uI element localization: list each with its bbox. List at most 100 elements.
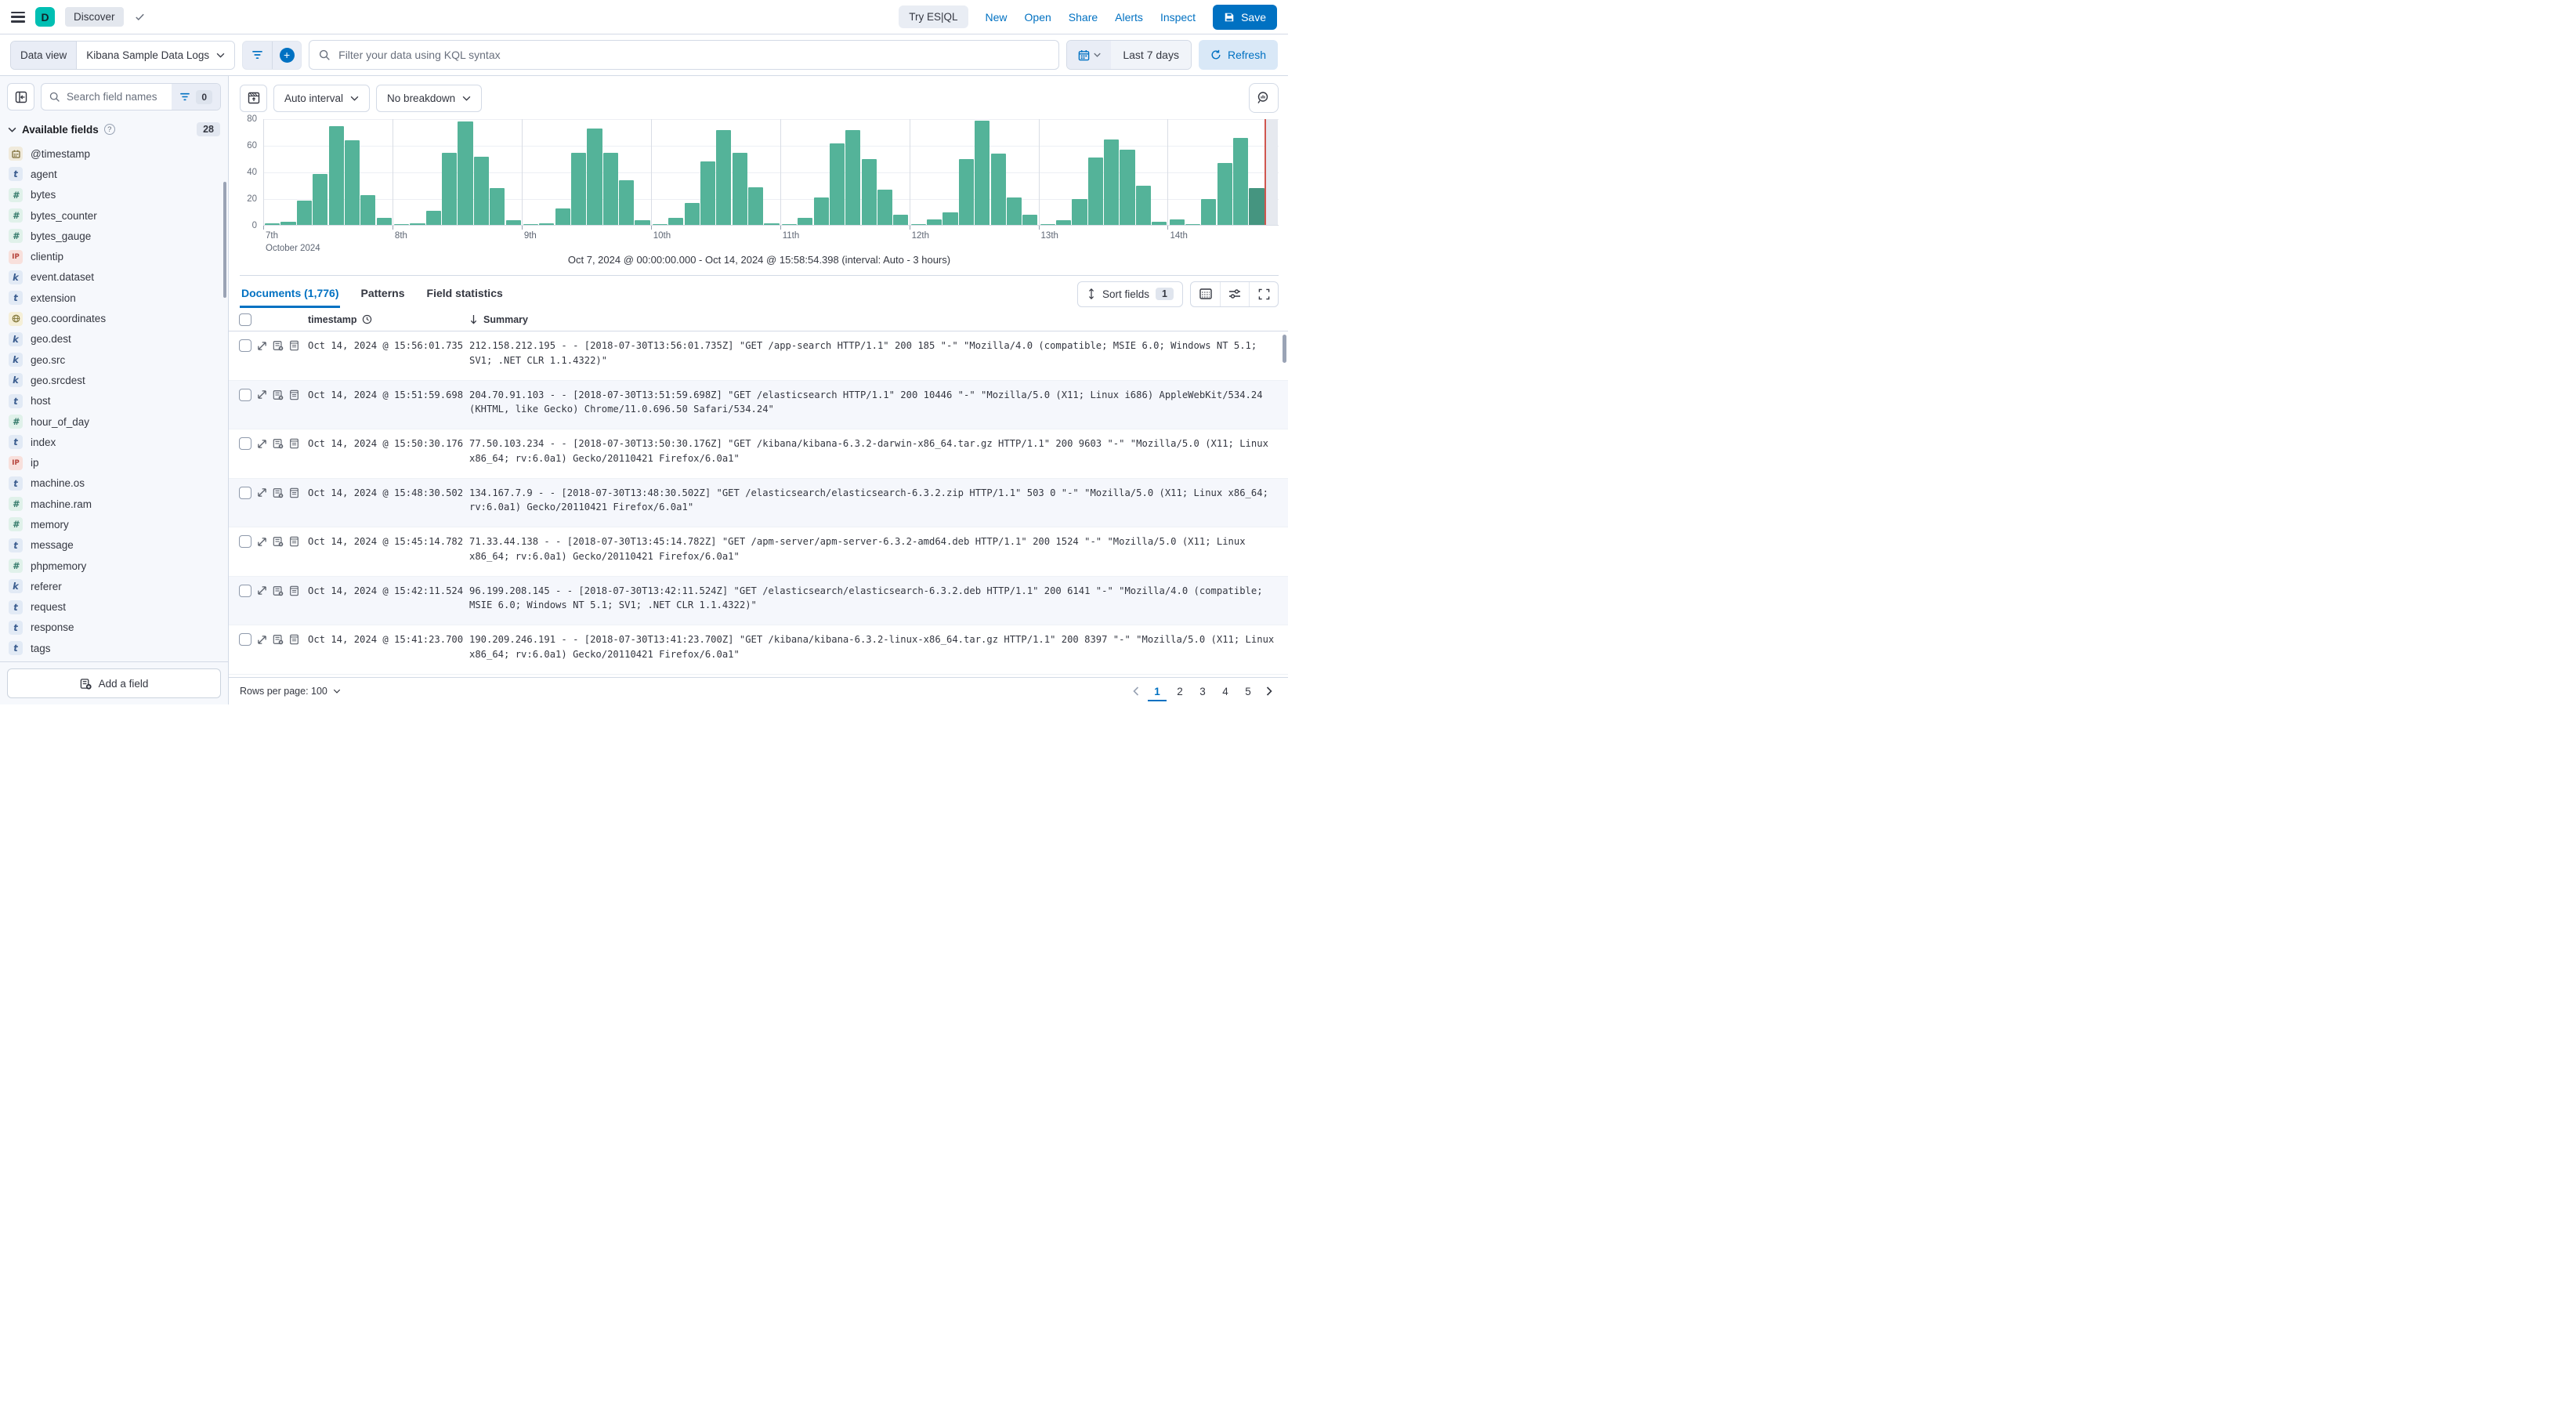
density-icon[interactable]	[1191, 282, 1220, 306]
tab-patterns[interactable]: Patterns	[359, 280, 406, 308]
doc-compare-icon[interactable]	[273, 585, 284, 596]
doc-compare-icon[interactable]	[273, 634, 284, 645]
time-range-button[interactable]: Last 7 days	[1111, 41, 1191, 69]
field-item-request[interactable]: t request	[0, 597, 228, 618]
rows-per-page-button[interactable]: Rows per page: 100	[240, 686, 341, 697]
nav-link-share[interactable]: Share	[1069, 11, 1098, 24]
page-4[interactable]: 4	[1216, 681, 1235, 701]
select-all-checkbox[interactable]	[239, 313, 251, 326]
field-item-response[interactable]: t response	[0, 618, 228, 638]
view-document-icon[interactable]	[289, 340, 299, 351]
page-2[interactable]: 2	[1170, 681, 1189, 701]
row-checkbox[interactable]	[239, 339, 251, 352]
calendar-menu-button[interactable]	[1067, 41, 1112, 69]
view-document-icon[interactable]	[289, 536, 299, 547]
menu-icon[interactable]	[11, 11, 25, 23]
nav-link-open[interactable]: Open	[1025, 11, 1051, 24]
expand-row-icon[interactable]	[257, 635, 267, 645]
row-checkbox[interactable]	[239, 584, 251, 597]
grid-scrollbar[interactable]	[1283, 335, 1286, 363]
field-item-index[interactable]: t index	[0, 432, 228, 452]
field-item-ip[interactable]: IP ip	[0, 452, 228, 473]
view-document-icon[interactable]	[289, 389, 299, 400]
field-item-machine-ram[interactable]: # machine.ram	[0, 494, 228, 514]
field-item-host[interactable]: t host	[0, 391, 228, 411]
next-page-icon[interactable]	[1261, 681, 1277, 701]
doc-compare-icon[interactable]	[273, 487, 284, 498]
sidebar-scrollbar[interactable]	[223, 182, 226, 298]
sort-fields-button[interactable]: Sort fields 1	[1077, 281, 1183, 307]
row-settings-icon[interactable]	[1220, 281, 1249, 306]
row-checkbox[interactable]	[239, 633, 251, 646]
page-3[interactable]: 3	[1193, 681, 1212, 701]
nav-link-new[interactable]: New	[986, 11, 1008, 24]
summary-column-header[interactable]: Summary	[469, 314, 1288, 325]
field-item-memory[interactable]: # memory	[0, 514, 228, 534]
hide-chart-button[interactable]	[240, 84, 267, 112]
field-item-event-dataset[interactable]: k event.dataset	[0, 267, 228, 288]
field-item-geo-src[interactable]: k geo.src	[0, 350, 228, 370]
expand-row-icon[interactable]	[257, 341, 267, 351]
field-item-message[interactable]: t message	[0, 535, 228, 556]
field-item--timestamp[interactable]: @timestamp	[0, 143, 228, 164]
row-checkbox[interactable]	[239, 437, 251, 450]
view-document-icon[interactable]	[289, 585, 299, 596]
expand-row-icon[interactable]	[257, 537, 267, 547]
page-1[interactable]: 1	[1148, 681, 1167, 701]
doc-compare-icon[interactable]	[273, 438, 284, 449]
field-item-agent[interactable]: t agent	[0, 164, 228, 184]
breakdown-select[interactable]: No breakdown	[376, 84, 483, 112]
help-icon[interactable]: ?	[103, 124, 115, 135]
data-view-select[interactable]: Kibana Sample Data Logs	[77, 41, 235, 69]
tab-field[interactable]: Field statistics	[425, 280, 505, 308]
field-item-geo-dest[interactable]: k geo.dest	[0, 329, 228, 350]
view-document-icon[interactable]	[289, 634, 299, 645]
view-document-icon[interactable]	[289, 487, 299, 498]
chevron-down-icon[interactable]	[8, 127, 16, 132]
row-checkbox[interactable]	[239, 486, 251, 499]
field-search-input[interactable]: Search field names 0	[41, 83, 221, 110]
field-item-bytes[interactable]: # bytes	[0, 185, 228, 205]
field-item-bytes_gauge[interactable]: # bytes_gauge	[0, 226, 228, 246]
collapse-sidebar-button[interactable]	[7, 83, 34, 110]
row-checkbox[interactable]	[239, 535, 251, 548]
edit-visualization-button[interactable]	[1249, 83, 1279, 113]
field-item-phpmemory[interactable]: # phpmemory	[0, 556, 228, 576]
field-item-clientip[interactable]: IP clientip	[0, 246, 228, 266]
doc-compare-icon[interactable]	[273, 389, 284, 400]
timestamp-column-header[interactable]: timestamp	[308, 314, 469, 325]
doc-compare-icon[interactable]	[273, 536, 284, 547]
expand-row-icon[interactable]	[257, 439, 267, 449]
row-checkbox[interactable]	[239, 388, 251, 401]
nav-link-inspect[interactable]: Inspect	[1160, 11, 1196, 24]
expand-row-icon[interactable]	[257, 585, 267, 596]
field-item-referer[interactable]: k referer	[0, 576, 228, 596]
expand-row-icon[interactable]	[257, 389, 267, 400]
previous-page-icon[interactable]	[1128, 681, 1144, 701]
interval-select[interactable]: Auto interval	[273, 84, 371, 112]
fullscreen-icon[interactable]	[1249, 281, 1278, 306]
histogram[interactable]: 0 20 40 60 80 7th October 2024 8th 9th 10th 11th 1…	[240, 114, 1279, 253]
histogram-plot[interactable]: 7th October 2024 8th 9th 10th 11th 12th 13th 14t…	[263, 119, 1279, 253]
field-item-tags[interactable]: t tags	[0, 638, 228, 658]
kql-search-input[interactable]: Filter your data using KQL syntax	[309, 40, 1060, 70]
field-filter-button[interactable]: 0	[172, 84, 220, 110]
space-avatar[interactable]: D	[35, 7, 55, 27]
field-item-geo-srcdest[interactable]: k geo.srcdest	[0, 370, 228, 390]
add-filter-button[interactable]: +	[272, 41, 301, 69]
filter-icon[interactable]	[243, 42, 272, 69]
tab-documents[interactable]: Documents (1,776)	[240, 280, 340, 308]
doc-compare-icon[interactable]	[273, 340, 284, 351]
nav-link-alerts[interactable]: Alerts	[1115, 11, 1143, 24]
field-item-extension[interactable]: t extension	[0, 288, 228, 308]
page-5[interactable]: 5	[1239, 681, 1257, 701]
view-document-icon[interactable]	[289, 438, 299, 449]
expand-row-icon[interactable]	[257, 487, 267, 498]
field-item-hour_of_day[interactable]: # hour_of_day	[0, 411, 228, 432]
refresh-button[interactable]: Refresh	[1198, 40, 1278, 70]
add-field-button[interactable]: Add a field	[7, 668, 221, 698]
field-item-machine-os[interactable]: t machine.os	[0, 473, 228, 494]
try-esql-button[interactable]: Try ES|QL	[899, 5, 968, 28]
field-item-bytes_counter[interactable]: # bytes_counter	[0, 205, 228, 226]
save-button[interactable]: Save	[1213, 4, 1277, 30]
